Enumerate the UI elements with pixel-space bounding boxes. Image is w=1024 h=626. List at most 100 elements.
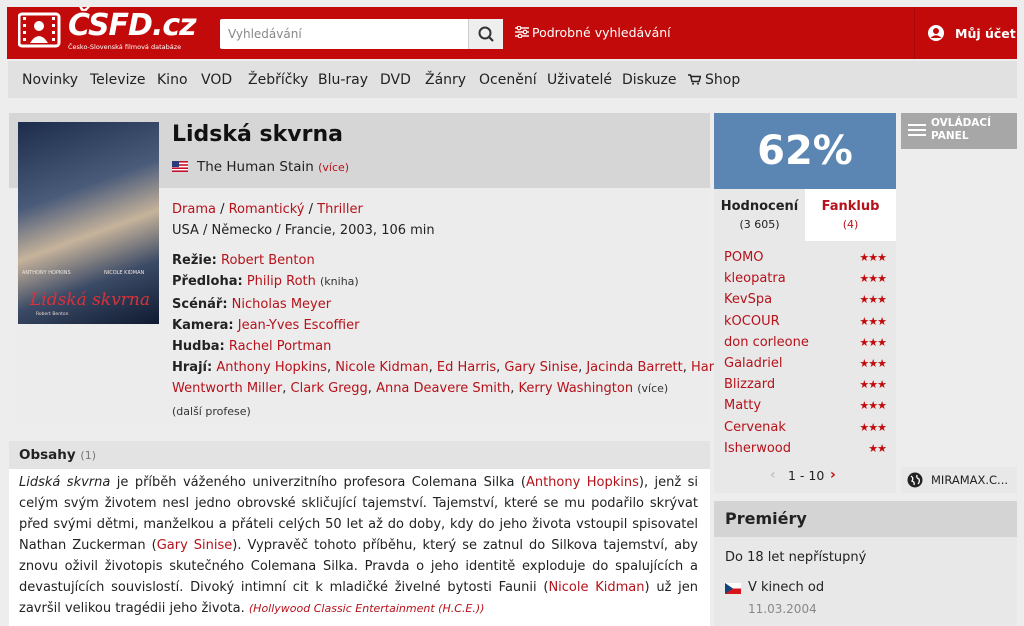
genre-link[interactable]: Romantický xyxy=(229,202,305,217)
nav-item-televize[interactable]: Televize xyxy=(90,72,145,88)
alt-title-more-link[interactable]: (více) xyxy=(318,161,349,174)
header-divider xyxy=(914,7,915,59)
source-label: Předloha: xyxy=(172,274,243,289)
nav-item-kino[interactable]: Kino xyxy=(157,72,188,88)
synopsis-film-name: Lidská skvrna xyxy=(19,475,111,490)
tab-ratings[interactable] xyxy=(714,189,805,241)
cast-link[interactable]: Kerry Washington xyxy=(519,381,634,396)
account-button[interactable]: Můj účet xyxy=(927,25,1016,41)
tab-fanclub[interactable]: Fanklub xyxy=(805,199,896,214)
control-panel-label: OVLÁDACÍ PANEL xyxy=(931,117,992,142)
cast-more-link[interactable]: (více) xyxy=(637,382,668,395)
user-rating-name[interactable]: KevSpa xyxy=(724,292,772,307)
genre-link[interactable]: Drama xyxy=(172,202,216,217)
cast-link[interactable]: Ed Harris xyxy=(437,360,496,375)
director-link[interactable]: Robert Benton xyxy=(221,253,315,268)
nav-item-zanry[interactable]: Žánry xyxy=(425,72,466,88)
logo-subtitle: Česko-Slovenská filmová databáze xyxy=(68,43,182,51)
alt-title-text: The Human Stain xyxy=(197,159,314,175)
writer-label: Scénář: xyxy=(172,297,228,312)
nav-item-diskuze[interactable]: Diskuze xyxy=(622,72,676,88)
poster-credit: Robert Benton xyxy=(36,312,69,317)
cast-link[interactable]: Gary Sinise xyxy=(504,360,578,375)
poster-actor-1: ANTHONY HOPKINS xyxy=(22,270,71,276)
chevron-left-icon[interactable]: ‹ xyxy=(770,467,776,483)
film-title: Lidská skvrna xyxy=(172,122,343,147)
user-rating-name[interactable]: Blizzard xyxy=(724,377,775,392)
synopsis-actor-link[interactable]: Gary Sinise xyxy=(157,538,233,553)
site-logo[interactable]: ČSFD.cz Česko-Slovenská filmová databáze xyxy=(18,8,197,51)
synopsis-actor-link[interactable]: Nicole Kidman xyxy=(548,580,644,595)
cast-link[interactable]: Jacinda Barrett xyxy=(586,360,682,375)
cast-row-1: Hrají: Anthony Hopkins, Nicole Kidman, E… xyxy=(172,360,774,375)
synopsis-title: Obsahy (1) xyxy=(19,447,96,463)
user-rating-name[interactable]: Cervenak xyxy=(724,420,786,435)
user-rating-name[interactable]: Matty xyxy=(724,398,761,413)
age-rating: Do 18 let nepřístupný xyxy=(725,550,867,565)
film-poster[interactable]: ANTHONY HOPKINS NICOLE KIDMAN Lidská skv… xyxy=(18,122,159,324)
user-rating-stars: ★★★ xyxy=(859,357,887,370)
distributor-link[interactable]: MIRAMAX.C... xyxy=(931,473,1008,487)
nav-item-vod[interactable]: VOD xyxy=(201,72,232,88)
user-icon xyxy=(928,25,944,41)
user-rating-stars: ★★★ xyxy=(859,315,887,328)
user-rating-name[interactable]: Isherwood xyxy=(724,441,791,456)
nav-item-dvd[interactable]: DVD xyxy=(380,72,411,88)
user-rating-name[interactable]: Galadriel xyxy=(724,356,782,371)
account-label: Můj účet xyxy=(955,26,1016,41)
user-rating-name[interactable]: kleopatra xyxy=(724,271,786,286)
cast-link[interactable]: Clark Gregg xyxy=(291,381,368,396)
us-flag-icon xyxy=(172,161,188,172)
director-row: Režie: Robert Benton xyxy=(172,253,315,268)
user-rating-stars: ★★★ xyxy=(859,399,887,412)
advanced-search-label: Podrobné vyhledávání xyxy=(532,25,671,40)
cast-link[interactable]: Anna Deavere Smith xyxy=(376,381,510,396)
source-link[interactable]: Philip Roth xyxy=(247,274,316,289)
user-rating-name[interactable]: don corleone xyxy=(724,335,809,350)
search-input[interactable] xyxy=(220,19,465,49)
poster-actor-2: NICOLE KIDMAN xyxy=(104,270,145,276)
user-rating-stars: ★★★ xyxy=(859,378,887,391)
synopsis-title-text: Obsahy xyxy=(19,447,76,463)
nav-item-zebricky[interactable]: Žebříčky xyxy=(248,72,308,88)
more-professions-link[interactable]: další profese xyxy=(176,405,246,418)
search-button[interactable] xyxy=(468,19,503,49)
logo-text: ČSFD.cz xyxy=(68,8,197,43)
search-icon xyxy=(478,26,494,42)
camera-label: Kamera: xyxy=(172,318,234,333)
nav-item-uzivatele[interactable]: Uživatelé xyxy=(547,72,612,88)
nav-item-novinky[interactable]: Novinky xyxy=(22,72,78,88)
nav-item-oceneni[interactable]: Ocenění xyxy=(479,72,537,88)
sliders-icon xyxy=(515,25,529,39)
genre-link[interactable]: Thriller xyxy=(317,202,363,217)
nav-item-bluray[interactable]: Blu-ray xyxy=(318,72,368,88)
synopsis-part: je příběh váženého univerzitního profeso… xyxy=(110,475,526,490)
source-row: Předloha: Philip Roth (kniha) xyxy=(172,274,359,289)
cast-link[interactable]: Nicole Kidman xyxy=(335,360,428,375)
film-reel-icon xyxy=(18,12,61,48)
user-rating-name[interactable]: kOCOUR xyxy=(724,314,780,329)
user-rating-stars: ★★★ xyxy=(859,421,887,434)
cast-link[interactable]: Anthony Hopkins xyxy=(216,360,327,375)
music-link[interactable]: Rachel Portman xyxy=(229,339,331,354)
nav-item-shop[interactable]: Shop xyxy=(688,72,740,88)
advanced-search-link[interactable]: Podrobné vyhledávání xyxy=(515,25,671,40)
synopsis-actor-link[interactable]: Anthony Hopkins xyxy=(526,475,639,490)
synopsis-header xyxy=(9,441,710,469)
globe-icon xyxy=(907,472,923,488)
camera-link[interactable]: Jean-Yves Escoffier xyxy=(238,318,360,333)
ratings-pager: 1 - 10 xyxy=(788,468,825,483)
synopsis-source-link[interactable]: (Hollywood Classic Entertainment (H.C.E.… xyxy=(249,602,485,615)
user-rating-stars: ★★★ xyxy=(859,293,887,306)
premiere-cinema: V kinech od xyxy=(748,580,825,595)
film-origin: USA / Německo / Francie, 2003, 106 min xyxy=(172,223,435,238)
tab-fanclub-count: (4) xyxy=(842,218,859,231)
writer-link[interactable]: Nicholas Meyer xyxy=(232,297,331,312)
writer-row: Scénář: Nicholas Meyer xyxy=(172,297,331,312)
chevron-right-icon[interactable]: › xyxy=(830,467,836,483)
director-label: Režie: xyxy=(172,253,217,268)
source-note: (kniha) xyxy=(320,275,359,288)
cast-link[interactable]: Wentworth Miller xyxy=(172,381,282,396)
user-rating-name[interactable]: POMO xyxy=(724,250,764,265)
user-rating-stars: ★★ xyxy=(868,442,887,455)
